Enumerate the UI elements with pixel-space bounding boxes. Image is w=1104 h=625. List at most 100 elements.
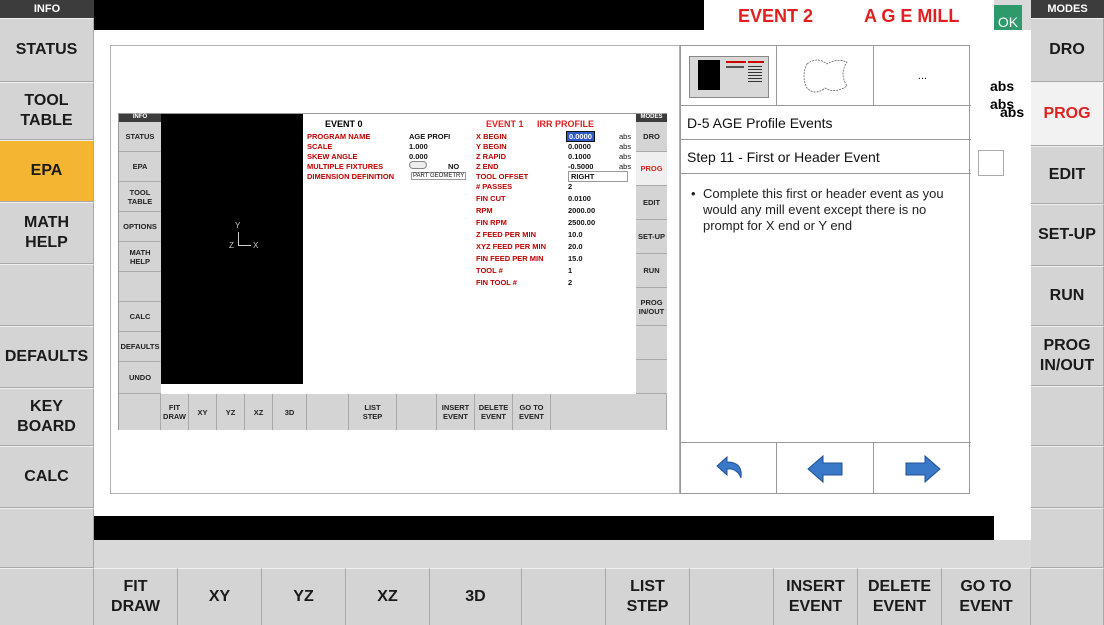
mini-axis-x: X [253,241,259,250]
mini-delete-event: DELETE EVENT [475,394,513,430]
next-button[interactable] [874,443,971,494]
mini-event1-label: FIN CUT [476,194,506,203]
mini-event1-subtitle: IRR PROFILE [537,119,595,129]
mini-event0-value: 1.000 [409,142,428,151]
mini-event1-value: 0.0000 [566,131,595,142]
event-banner: EVENT 2 A G E MILL [704,0,994,30]
mini-3d: 3D [273,394,307,430]
mini-event1-label: FIN RPM [476,218,507,227]
mini-event1-label: Z END [476,162,499,171]
3d-view-button[interactable]: 3D [430,568,522,625]
prog-in-out-button[interactable]: PROG IN/OUT [1031,326,1104,386]
dro-button[interactable]: DRO [1031,18,1104,82]
mini-bottom-empty-2 [307,394,349,430]
defaults-button[interactable]: DEFAULTS [0,326,94,388]
tool-table-button[interactable]: TOOL TABLE [0,82,94,140]
mini-run-button: RUN [636,254,667,288]
mini-event1-label: FIN TOOL # [476,278,517,287]
mini-event1-value: 20.0 [568,242,583,251]
mini-axis-z: Z [229,241,234,250]
calc-button[interactable]: CALC [0,446,94,508]
mini-left-empty [119,272,161,302]
right-empty-button-2[interactable] [1031,446,1104,508]
status-button[interactable]: STATUS [0,18,94,82]
left-empty-button-1[interactable] [0,264,94,326]
unit-abs-1: abs [990,78,1015,94]
mini-event1-label: XYZ FEED PER MIN [476,242,547,251]
mini-toggle [409,161,427,169]
back-button[interactable] [681,443,777,494]
edit-button[interactable]: EDIT [1031,146,1104,204]
xz-view-button[interactable]: XZ [346,568,430,625]
mini-event1-label: TOOL OFFSET [476,172,529,181]
bottom-empty-button-1[interactable] [0,568,94,625]
thumbnail-viewport [698,60,720,90]
bottom-empty-button-4[interactable] [1031,568,1104,625]
run-button[interactable]: RUN [1031,266,1104,326]
thumbnail-2[interactable] [777,46,874,106]
list-step-button[interactable]: LIST STEP [606,568,690,625]
bottom-empty-button-2[interactable] [522,568,606,625]
mini-event1-value: RIGHT [568,171,628,182]
keyboard-button[interactable]: KEY BOARD [0,388,94,446]
mini-axis-y: Y [235,221,241,230]
mini-event1-unit: abs [619,162,632,171]
mini-xz: XZ [245,394,273,430]
mini-event1-value: 15.0 [568,254,583,263]
help-body: • Complete this first or header event as… [689,186,961,234]
bullet-icon: • [691,186,696,201]
delete-event-button[interactable]: DELETE EVENT [858,568,942,625]
xy-view-button[interactable]: XY [178,568,262,625]
mini-options-button: OPTIONS [119,212,161,242]
right-empty-button-1[interactable] [1031,386,1104,446]
thumbnail-more[interactable]: ... [874,46,971,106]
yz-view-button[interactable]: YZ [262,568,346,625]
mini-modes-header: MODES [636,114,667,122]
mini-event1-value: 1 [568,266,573,275]
background-input [978,150,1004,176]
epa-button[interactable]: EPA [0,140,94,202]
right-empty-button-3[interactable] [1031,508,1104,568]
math-help-button[interactable]: MATH HELP [0,202,94,264]
mini-event1-value: 2000.00 [568,206,596,215]
mini-yz: YZ [217,394,245,430]
thumbnail-1[interactable] [681,46,777,106]
bottom-empty-button-3[interactable] [690,568,774,625]
help-title: D-5 AGE Profile Events [681,106,971,140]
thumbnail-line [726,61,746,63]
mini-axis-x-line [238,245,251,246]
insert-event-button[interactable]: INSERT EVENT [774,568,858,625]
mini-event0-value: NO [448,162,460,171]
undo-arrow-icon [715,455,742,478]
mini-event0-title: EVENT 0 [325,119,363,129]
prog-button[interactable]: PROG [1031,82,1104,146]
mini-event1-label: TOOL # [476,266,503,275]
background-strip [94,0,704,30]
goto-event-button[interactable]: GO TO EVENT [942,568,1031,625]
mini-list-step: LIST STEP [349,394,397,430]
left-empty-button-2[interactable] [0,508,94,568]
mini-event1-label: Y BEGIN [476,142,507,151]
unit-abs-3: abs [1000,104,1025,120]
mini-calc-button: CALC [119,302,161,332]
fit-draw-button[interactable]: FIT DRAW [94,568,178,625]
help-screenshot: INFO MODES Y Z X STATUS EPA TOOL TABLE O… [118,113,667,430]
help-popup: ... D-5 AGE Profile Events Step 11 - Fir… [680,45,971,494]
mini-xy: XY [189,394,217,430]
profile-outline-icon [803,59,848,93]
mini-event1-value: 2 [568,182,573,191]
mini-event0-label: DIMENSION DEFINITION [307,172,395,181]
setup-button[interactable]: SET-UP [1031,204,1104,266]
mini-dro-button: DRO [636,122,667,152]
mini-event1-value: 2500.00 [568,218,596,227]
mini-bottom-empty-4 [551,394,667,430]
mini-prog-in-out-button: PROG IN/OUT [636,288,667,326]
status-bar [94,540,1031,568]
mini-event0-label: SCALE [307,142,333,151]
mini-event1-value: 2 [568,278,573,287]
mini-event1-value: 0.0000 [568,142,591,151]
previous-button[interactable] [777,443,874,494]
mini-defaults-button: DEFAULTS [119,332,161,362]
arrow-left-icon [807,454,843,483]
mini-bottom-empty-3 [397,394,437,430]
